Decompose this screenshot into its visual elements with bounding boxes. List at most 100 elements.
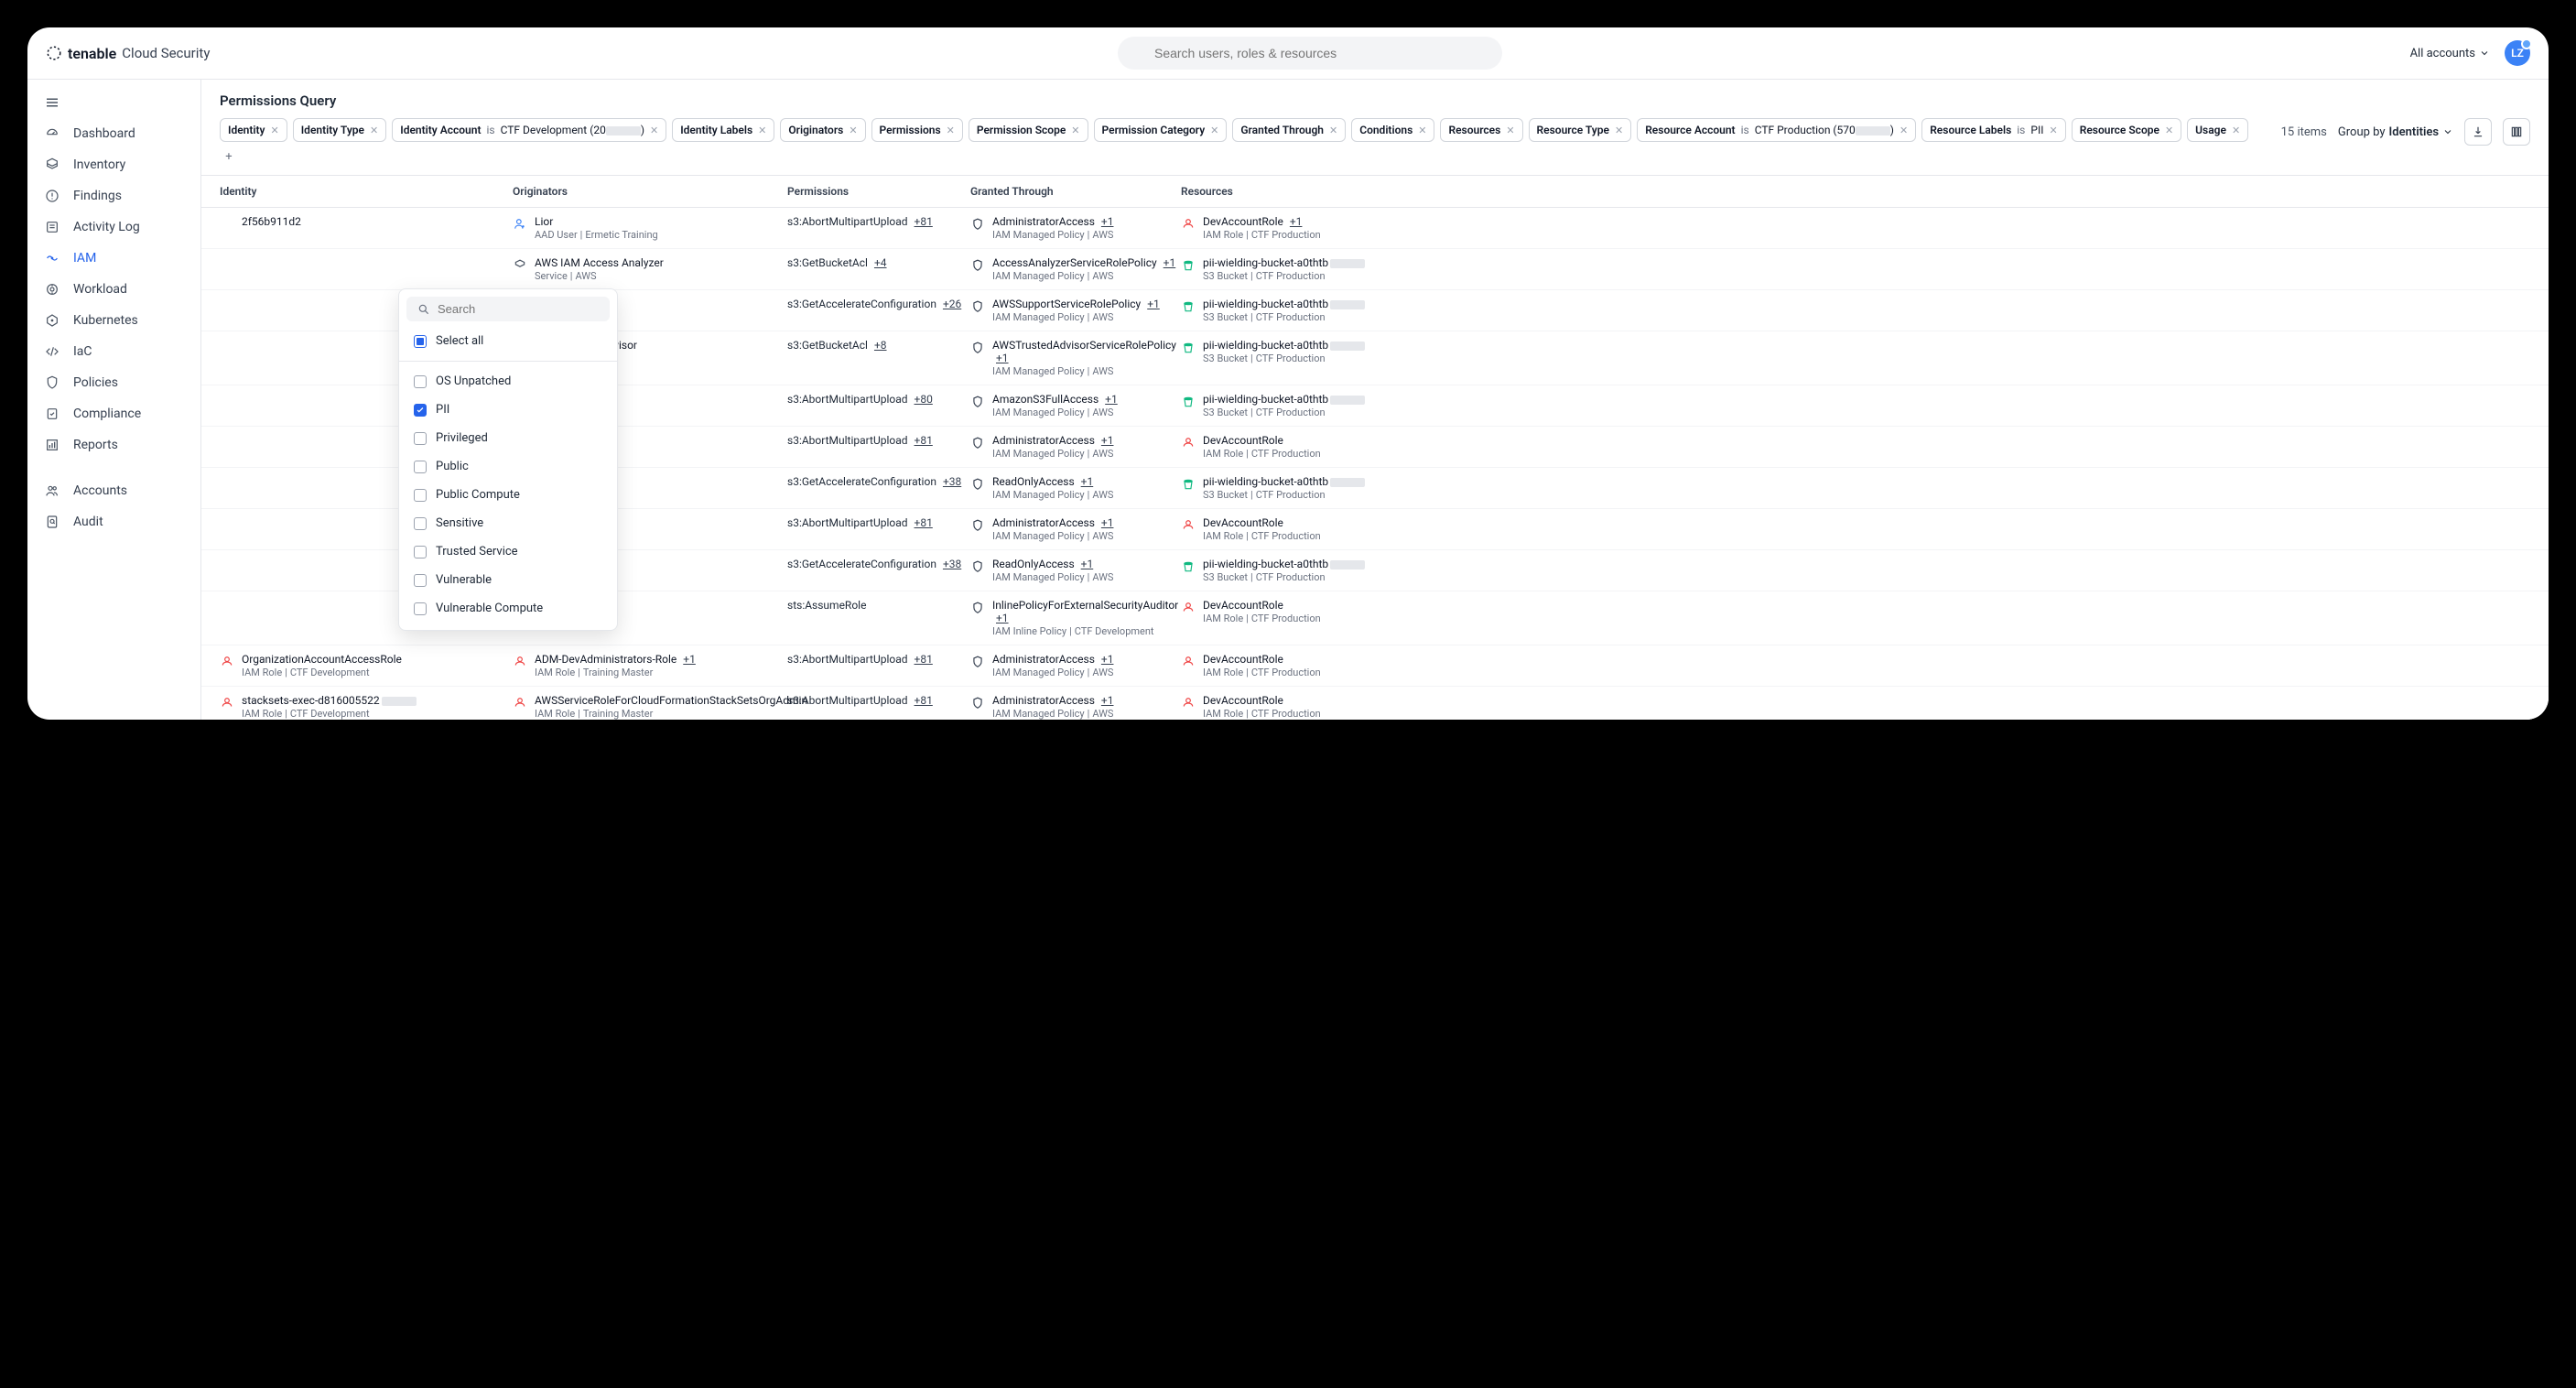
more-badge[interactable]: +1	[1081, 475, 1094, 488]
chip-close-icon[interactable]: ✕	[758, 125, 766, 136]
dropdown-option-trusted-service[interactable]: Trusted Service	[399, 537, 617, 566]
filter-chip-permission-scope[interactable]: Permission Scope ✕	[969, 118, 1088, 142]
more-badge[interactable]: +1	[1147, 298, 1160, 310]
nav-item-workload[interactable]: Workload	[27, 274, 200, 305]
chip-close-icon[interactable]: ✕	[271, 125, 279, 136]
chip-close-icon[interactable]: ✕	[2232, 125, 2240, 136]
chip-close-icon[interactable]: ✕	[1329, 125, 1337, 136]
table-row[interactable]: AWS IAM Access AnalyzerService|AWSs3:Get…	[201, 249, 2549, 290]
col-resources[interactable]: Resources	[1181, 185, 2530, 198]
dropdown-option-public[interactable]: Public	[399, 452, 617, 481]
col-originators[interactable]: Originators	[513, 185, 787, 198]
more-badge[interactable]: +81	[915, 653, 933, 666]
more-badge[interactable]: +1	[683, 653, 696, 666]
user-avatar[interactable]: LZ	[2505, 40, 2530, 66]
filter-chip-originators[interactable]: Originators ✕	[780, 118, 865, 142]
dropdown-option-vulnerable[interactable]: Vulnerable	[399, 566, 617, 594]
more-badge[interactable]: +1	[1101, 694, 1114, 707]
col-granted[interactable]: Granted Through	[970, 185, 1181, 198]
more-badge[interactable]: +1	[1101, 434, 1114, 447]
chip-close-icon[interactable]: ✕	[1900, 125, 1908, 136]
more-badge[interactable]: +81	[915, 516, 933, 529]
filter-chip-identity-labels[interactable]: Identity Labels ✕	[672, 118, 774, 142]
filter-chip-identity-type[interactable]: Identity Type ✕	[293, 118, 387, 142]
more-badge[interactable]: +1	[1105, 393, 1118, 406]
more-badge[interactable]: +26	[943, 298, 961, 310]
filter-chip-identity-account[interactable]: Identity Account is CTF Development (20)…	[392, 118, 666, 142]
more-badge[interactable]: +1	[1101, 516, 1114, 529]
select-all-option[interactable]: Select all	[399, 327, 617, 355]
nav-item-compliance[interactable]: Compliance	[27, 398, 200, 429]
filter-chip-resource-scope[interactable]: Resource Scope ✕	[2072, 118, 2181, 142]
nav-item-iam[interactable]: IAM	[27, 243, 200, 274]
chip-close-icon[interactable]: ✕	[1615, 125, 1623, 136]
nav-item-accounts[interactable]: Accounts	[27, 475, 200, 506]
more-badge[interactable]: +1	[1164, 256, 1176, 269]
more-badge[interactable]: +1	[1101, 215, 1114, 228]
columns-button[interactable]	[2503, 118, 2530, 146]
nav-item-iac[interactable]: IaC	[27, 336, 200, 367]
chip-close-icon[interactable]: ✕	[1506, 125, 1514, 136]
more-badge[interactable]: +4	[874, 256, 887, 269]
more-badge[interactable]: +38	[943, 475, 961, 488]
chip-close-icon[interactable]: ✕	[2165, 125, 2173, 136]
chip-close-icon[interactable]: ✕	[1071, 125, 1079, 136]
dropdown-option-vulnerable-compute[interactable]: Vulnerable Compute	[399, 594, 617, 623]
more-badge[interactable]: +1	[1101, 653, 1114, 666]
dropdown-option-pii[interactable]: PII	[399, 396, 617, 424]
more-badge[interactable]: +1	[1290, 215, 1303, 228]
download-button[interactable]	[2464, 118, 2492, 146]
chip-close-icon[interactable]: ✕	[1418, 125, 1426, 136]
chip-close-icon[interactable]: ✕	[2050, 125, 2058, 136]
global-search-input[interactable]	[1118, 37, 1502, 70]
nav-item-activity-log[interactable]: Activity Log	[27, 211, 200, 243]
chip-close-icon[interactable]: ✕	[947, 125, 955, 136]
chip-close-icon[interactable]: ✕	[650, 125, 658, 136]
nav-item-reports[interactable]: Reports	[27, 429, 200, 461]
filter-chip-permission-category[interactable]: Permission Category ✕	[1094, 118, 1228, 142]
more-badge[interactable]: +1	[996, 612, 1009, 624]
more-badge[interactable]: +81	[915, 434, 933, 447]
chip-close-icon[interactable]: ✕	[849, 125, 857, 136]
more-badge[interactable]: +80	[915, 393, 933, 406]
col-identity[interactable]: Identity	[220, 185, 513, 198]
filter-chip-usage[interactable]: Usage ✕	[2187, 118, 2248, 142]
filter-chip-granted-through[interactable]: Granted Through ✕	[1232, 118, 1346, 142]
more-badge[interactable]: +1	[1081, 558, 1094, 570]
filter-chip-conditions[interactable]: Conditions ✕	[1351, 118, 1434, 142]
account-selector[interactable]: All accounts	[2410, 47, 2490, 60]
checkbox-indeterminate-icon	[414, 335, 427, 348]
more-badge[interactable]: +1	[996, 352, 1009, 364]
brand-logo[interactable]: tenable Cloud Security	[46, 45, 210, 62]
more-badge[interactable]: +81	[915, 215, 933, 228]
dropdown-option-sensitive[interactable]: Sensitive	[399, 509, 617, 537]
nav-item-findings[interactable]: Findings	[27, 180, 200, 211]
filter-chip-identity[interactable]: Identity ✕	[220, 118, 287, 142]
more-badge[interactable]: +81	[915, 694, 933, 707]
dropdown-option-privileged[interactable]: Privileged	[399, 424, 617, 452]
add-filter-button[interactable]: +	[220, 147, 238, 166]
table-row[interactable]: OrganizationAccountAccessRoleIAM Role|CT…	[201, 645, 2549, 687]
dropdown-search-input[interactable]	[438, 302, 599, 316]
nav-item-inventory[interactable]: Inventory	[27, 149, 200, 180]
chip-close-icon[interactable]: ✕	[370, 125, 378, 136]
group-by-selector[interactable]: Group by Identities	[2338, 125, 2453, 139]
nav-item-dashboard[interactable]: Dashboard	[27, 118, 200, 149]
table-row[interactable]: 2f56b911d2LiorAAD User|Ermetic Trainings…	[201, 208, 2549, 249]
dropdown-option-public-compute[interactable]: Public Compute	[399, 481, 617, 509]
nav-item-audit[interactable]: Audit	[27, 506, 200, 537]
table-row[interactable]: stacksets-exec-d816005522IAM Role|CTF De…	[201, 687, 2549, 720]
nav-item-kubernetes[interactable]: Kubernetes	[27, 305, 200, 336]
dropdown-option-os-unpatched[interactable]: OS Unpatched	[399, 367, 617, 396]
filter-chip-resource-type[interactable]: Resource Type ✕	[1529, 118, 1632, 142]
more-badge[interactable]: +8	[874, 339, 887, 352]
col-permissions[interactable]: Permissions	[787, 185, 970, 198]
menu-toggle[interactable]	[27, 87, 200, 118]
nav-item-policies[interactable]: Policies	[27, 367, 200, 398]
more-badge[interactable]: +38	[943, 558, 961, 570]
filter-chip-resource-labels[interactable]: Resource Labels is PII ✕	[1921, 118, 2066, 142]
filter-chip-resources[interactable]: Resources ✕	[1440, 118, 1522, 142]
chip-close-icon[interactable]: ✕	[1210, 125, 1218, 136]
filter-chip-resource-account[interactable]: Resource Account is CTF Production (570)…	[1637, 118, 1916, 142]
filter-chip-permissions[interactable]: Permissions ✕	[871, 118, 963, 142]
